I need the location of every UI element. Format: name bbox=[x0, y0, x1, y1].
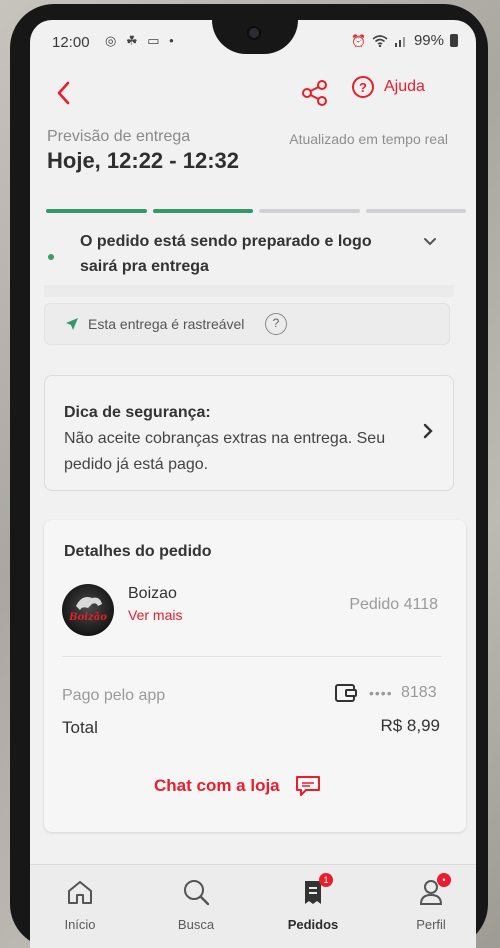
chevron-right-icon bbox=[423, 423, 433, 439]
search-icon bbox=[184, 880, 210, 906]
nav-item-perfil[interactable]: • Perfil bbox=[391, 873, 471, 932]
status-dot bbox=[48, 254, 54, 260]
bottom-navigation: Início Busca 1 Pedidos • Perfil bbox=[30, 864, 476, 948]
progress-segment bbox=[259, 209, 360, 213]
total-value: R$ 8,99 bbox=[380, 716, 440, 735]
order-status-text: O pedido está sendo preparado e logo sai… bbox=[80, 233, 372, 275]
nav-label-busca: Busca bbox=[177, 917, 215, 932]
nav-item-busca[interactable]: Busca bbox=[156, 877, 236, 932]
battery-percent: 99% bbox=[413, 32, 444, 49]
share-icon[interactable] bbox=[300, 78, 330, 108]
chat-label: Chat com a loja bbox=[154, 776, 280, 795]
system-status-bar: 12:00 ◎ ☘ ▭ • ⏰ 99% bbox=[30, 20, 476, 64]
wifi-icon bbox=[372, 34, 388, 47]
chat-bubble-icon bbox=[295, 776, 320, 796]
profile-badge: • bbox=[437, 873, 451, 887]
order-divider bbox=[62, 656, 442, 657]
back-arrow-icon[interactable] bbox=[54, 78, 74, 108]
order-status-row[interactable]: O pedido está sendo preparado e logo sai… bbox=[30, 225, 476, 283]
location-arrow-icon bbox=[66, 318, 78, 330]
notification-icons: ◎ ☘ ▭ • bbox=[105, 33, 177, 48]
see-more-link[interactable]: Ver mais bbox=[128, 607, 182, 623]
app-screen: 12:00 ◎ ☘ ▭ • ⏰ 99% ? Ajuda Previsão de bbox=[30, 20, 476, 948]
battery-icon bbox=[450, 34, 458, 47]
top-app-bar: ? Ajuda bbox=[30, 72, 476, 116]
alarm-icon: ⏰ bbox=[351, 33, 366, 48]
eta-value: Hoje, 12:22 - 12:32 bbox=[47, 148, 239, 173]
chevron-down-icon bbox=[424, 238, 436, 246]
tracking-info-box: Esta entrega é rastreável ? bbox=[44, 303, 450, 345]
safety-tip-card[interactable]: Dica de segurança: Não aceite cobranças … bbox=[44, 375, 454, 491]
display-notch bbox=[212, 20, 298, 54]
updated-realtime-text: Atualizado em tempo real bbox=[289, 130, 448, 149]
store-logo: Boizão bbox=[62, 584, 114, 636]
nav-label-pedidos: Pedidos bbox=[287, 917, 339, 932]
payment-label: Pago pelo app bbox=[62, 687, 166, 704]
safety-tip-body: Não aceite cobranças extras na entrega. … bbox=[64, 430, 386, 473]
front-camera bbox=[247, 26, 261, 40]
wallet-icon bbox=[335, 684, 357, 702]
eta-label: Previsão de entrega bbox=[47, 128, 191, 145]
updated-text: Atualizado em tempo real bbox=[289, 131, 448, 147]
question-icon: ? bbox=[352, 76, 374, 98]
progress-segment bbox=[152, 209, 253, 213]
nav-item-inicio[interactable]: Início bbox=[40, 877, 120, 932]
home-icon bbox=[68, 881, 92, 904]
signal-icon bbox=[394, 36, 405, 47]
order-details-title: Detalhes do pedido bbox=[64, 543, 212, 560]
status-time: 12:00 bbox=[52, 34, 90, 51]
safety-tip-title: Dica de segurança: bbox=[64, 404, 211, 421]
tracking-help-icon[interactable]: ? bbox=[265, 313, 287, 335]
help-button[interactable]: ? Ajuda bbox=[352, 76, 425, 98]
store-name: Boizao bbox=[128, 585, 177, 602]
progress-segment bbox=[46, 209, 147, 213]
delivery-progress-bar bbox=[46, 209, 466, 213]
store-logo-text: Boizão bbox=[69, 612, 107, 623]
progress-segment bbox=[365, 209, 466, 213]
total-label: Total bbox=[62, 718, 98, 737]
nav-item-pedidos[interactable]: 1 Pedidos bbox=[273, 873, 353, 932]
bull-icon bbox=[76, 597, 102, 610]
order-number: Pedido 4118 bbox=[349, 596, 438, 613]
order-details-card: Detalhes do pedido Boizão Boizao Ver mai… bbox=[44, 520, 466, 832]
help-label: Ajuda bbox=[384, 78, 425, 95]
card-last-digits: 8183 bbox=[401, 684, 437, 701]
nav-label-inicio: Início bbox=[64, 917, 96, 932]
tracking-text: Esta entrega é rastreável bbox=[88, 316, 245, 332]
section-divider bbox=[44, 285, 454, 297]
nav-label-perfil: Perfil bbox=[416, 917, 446, 932]
system-indicators: ⏰ 99% bbox=[351, 32, 458, 49]
chat-with-store-button[interactable]: Chat com a loja bbox=[154, 774, 322, 798]
orders-badge: 1 bbox=[319, 873, 333, 887]
card-mask: •••• bbox=[369, 685, 393, 701]
